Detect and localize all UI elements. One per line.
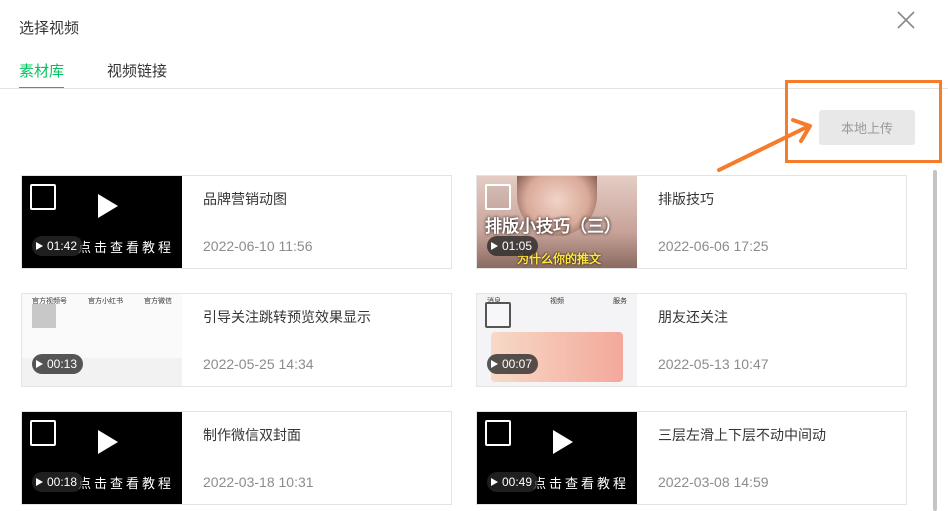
video-thumbnail: 点击查看教程 00:18 — [22, 412, 182, 504]
select-checkbox[interactable] — [30, 184, 56, 210]
duration-text: 00:49 — [502, 475, 533, 489]
video-thumbnail: 点击查看教程 01:42 — [22, 176, 182, 268]
video-card[interactable]: 消息 视频 服务 00:07 朋友还关注 2022-05-13 10:47 — [476, 293, 907, 387]
scrollbar[interactable] — [933, 170, 937, 511]
tab-material-library[interactable]: 素材库 — [19, 60, 65, 89]
video-card[interactable]: 点击查看教程 01:42 品牌营销动图 2022-06-10 11:56 — [21, 175, 452, 269]
video-card[interactable]: 排版小技巧（三） 为什么你的推文 01:05 排版技巧 2022-06-06 1… — [476, 175, 907, 269]
dialog-title: 选择视频 — [19, 20, 80, 37]
video-date: 2022-05-25 14:34 — [203, 356, 314, 372]
video-date: 2022-06-06 17:25 — [658, 238, 769, 254]
duration-badge: 01:05 — [487, 236, 539, 256]
thumbnail-avatar — [32, 304, 56, 328]
tab-video-link[interactable]: 视频链接 — [107, 60, 167, 89]
play-icon — [98, 194, 118, 218]
video-thumbnail: 点击查看教程 00:49 — [477, 412, 637, 504]
video-thumbnail: 官方视频号 官方小红书 官方微信 00:13 — [22, 294, 182, 386]
close-icon[interactable] — [892, 6, 920, 34]
play-small-icon — [36, 360, 43, 368]
video-date: 2022-05-13 10:47 — [658, 356, 769, 372]
video-title: 三层左滑上下层不动中间动 — [658, 427, 826, 443]
thumbnail-caption: 点击查看教程 — [533, 476, 630, 491]
play-icon — [98, 430, 118, 454]
select-checkbox[interactable] — [485, 302, 511, 328]
play-small-icon — [36, 478, 43, 486]
video-title: 品牌营销动图 — [203, 191, 287, 207]
duration-badge: 01:42 — [32, 236, 84, 256]
tab-label: 素材库 — [19, 63, 65, 80]
video-date: 2022-06-10 11:56 — [203, 238, 313, 254]
video-thumbnail: 排版小技巧（三） 为什么你的推文 01:05 — [477, 176, 637, 268]
video-card[interactable]: 官方视频号 官方小红书 官方微信 00:13 引导关注跳转预览效果显示 2022… — [21, 293, 452, 387]
duration-text: 01:05 — [502, 239, 533, 253]
video-title: 朋友还关注 — [658, 309, 728, 325]
video-title: 制作微信双封面 — [203, 427, 301, 443]
play-small-icon — [491, 478, 498, 486]
thumbnail-overlay-title: 排版小技巧（三） — [485, 217, 621, 236]
play-icon — [553, 430, 573, 454]
annotation-arrow — [717, 118, 812, 172]
select-checkbox[interactable] — [30, 420, 56, 446]
tab-label: 视频链接 — [107, 63, 168, 80]
video-title: 引导关注跳转预览效果显示 — [203, 309, 371, 325]
duration-text: 00:13 — [47, 357, 78, 371]
thumbnail-caption: 点击查看教程 — [78, 240, 175, 255]
video-thumbnail: 消息 视频 服务 00:07 — [477, 294, 637, 386]
duration-text: 01:42 — [47, 239, 78, 253]
duration-badge: 00:13 — [32, 354, 84, 374]
video-date: 2022-03-18 10:31 — [203, 474, 314, 490]
close-button[interactable] — [892, 6, 920, 34]
video-card[interactable]: 点击查看教程 00:49 三层左滑上下层不动中间动 2022-03-08 14:… — [476, 411, 907, 505]
video-title: 排版技巧 — [658, 191, 714, 207]
mini-header-item: 官方小红书 — [88, 298, 123, 305]
video-date: 2022-03-08 14:59 — [658, 474, 769, 490]
duration-badge: 00:07 — [487, 354, 539, 374]
select-checkbox[interactable] — [485, 184, 511, 210]
thumbnail-caption: 点击查看教程 — [78, 476, 175, 491]
mini-header-item: 视频 — [550, 298, 564, 305]
duration-text: 00:07 — [502, 357, 533, 371]
duration-badge: 00:18 — [32, 472, 84, 492]
mini-header-item: 服务 — [613, 298, 627, 305]
play-small-icon — [36, 242, 43, 250]
play-small-icon — [491, 242, 498, 250]
mini-header-item: 官方微信 — [144, 298, 172, 305]
play-small-icon — [491, 360, 498, 368]
select-checkbox[interactable] — [485, 420, 511, 446]
duration-badge: 00:49 — [487, 472, 539, 492]
duration-text: 00:18 — [47, 475, 78, 489]
video-card[interactable]: 点击查看教程 00:18 制作微信双封面 2022-03-18 10:31 — [21, 411, 452, 505]
